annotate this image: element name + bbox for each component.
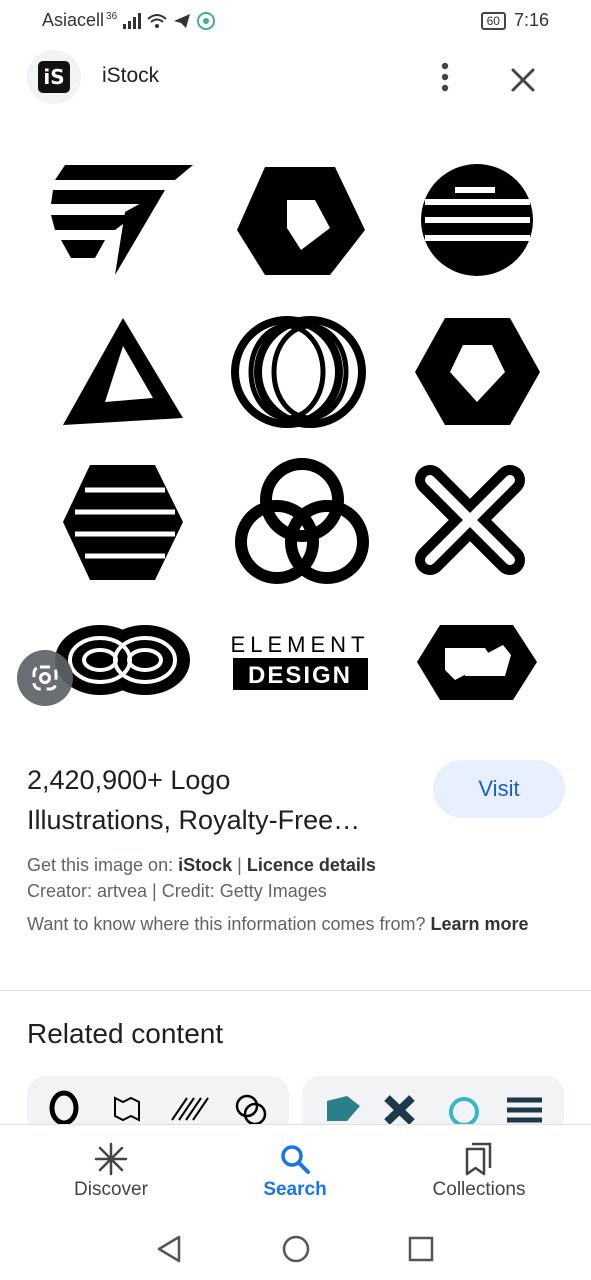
source-link[interactable]: iStock xyxy=(178,855,232,875)
nav-search-label: Search xyxy=(263,1179,327,1200)
source-separator: | xyxy=(237,855,242,875)
nav-discover-label: Discover xyxy=(74,1179,148,1200)
hexagon-drive-logo-icon xyxy=(415,318,540,425)
element-design-bottom-text: DESIGN xyxy=(248,662,352,689)
wifi-icon xyxy=(147,13,167,28)
striped-wing-logo-icon xyxy=(51,165,193,275)
search-icon xyxy=(281,1145,310,1174)
nav-search[interactable]: Search xyxy=(215,1139,375,1201)
close-icon[interactable] xyxy=(505,62,541,98)
nav-discover[interactable]: Discover xyxy=(31,1139,191,1201)
network-label: 36 xyxy=(106,11,118,22)
element-design-top-text: ELEMENT xyxy=(231,632,370,657)
related-content-heading: Related content xyxy=(27,1018,224,1049)
result-title-line2: Illustrations, Royalty-Free… xyxy=(27,805,361,835)
source-line: Get this image on: iStock | Licence deta… xyxy=(27,852,376,878)
lens-search-button[interactable] xyxy=(17,650,73,706)
infinity-stripes-logo-icon xyxy=(55,625,190,695)
carrier-label: Asiacell xyxy=(42,10,105,30)
more-options-icon[interactable] xyxy=(430,60,460,94)
result-title[interactable]: 2,420,900+ Logo Illustrations, Royalty-F… xyxy=(27,760,427,840)
result-image[interactable]: ELEMENT DESIGN xyxy=(25,140,565,720)
battery-icon: 60 xyxy=(480,11,506,30)
clock: 7:16 xyxy=(513,10,549,30)
bottom-navigation: Discover Search Collections xyxy=(0,1124,591,1221)
istock-logo-icon: iS xyxy=(38,61,70,93)
visit-button[interactable]: Visit xyxy=(433,760,565,818)
circle-s-stripes-logo-icon xyxy=(421,164,533,276)
collections-icon xyxy=(465,1142,492,1176)
learn-more-link[interactable]: Learn more xyxy=(431,914,529,934)
result-header: iS iStock xyxy=(0,48,591,108)
result-title-line1: 2,420,900+ Logo xyxy=(27,765,231,795)
triangle-fold-logo-icon xyxy=(63,318,183,425)
lens-icon xyxy=(32,665,58,691)
back-icon[interactable] xyxy=(155,1234,183,1264)
interlocked-x-logo-icon xyxy=(415,465,525,575)
info-line: Want to know where this information come… xyxy=(27,911,567,937)
signal-icon xyxy=(123,12,142,29)
nav-collections-label: Collections xyxy=(432,1179,526,1200)
site-favicon[interactable]: iS xyxy=(27,50,81,104)
info-text: Want to know where this information come… xyxy=(27,914,426,934)
licence-details-link[interactable]: Licence details xyxy=(247,855,376,875)
triangle-arrows-logo-icon xyxy=(237,167,365,275)
system-navigation-bar xyxy=(0,1220,591,1280)
striped-hexagon-swirl-logo-icon xyxy=(63,465,183,580)
home-icon[interactable] xyxy=(281,1234,311,1264)
divider xyxy=(0,990,591,991)
site-name[interactable]: iStock xyxy=(102,64,159,88)
triple-knot-logo-icon xyxy=(235,458,369,584)
source-prefix: Get this image on: xyxy=(27,855,174,875)
status-bar: Asiacell 36 60 7:16 xyxy=(0,0,591,40)
telegram-icon xyxy=(174,13,191,28)
creator-line: Creator: artvea | Credit: Getty Images xyxy=(27,881,327,901)
overlapping-rings-logo-icon xyxy=(231,316,366,428)
discover-icon xyxy=(94,1142,128,1176)
nav-collections[interactable]: Collections xyxy=(399,1139,559,1201)
app-notification-icon xyxy=(197,11,216,30)
hexagon-link-logo-icon xyxy=(417,625,537,700)
recents-icon[interactable] xyxy=(407,1234,435,1264)
